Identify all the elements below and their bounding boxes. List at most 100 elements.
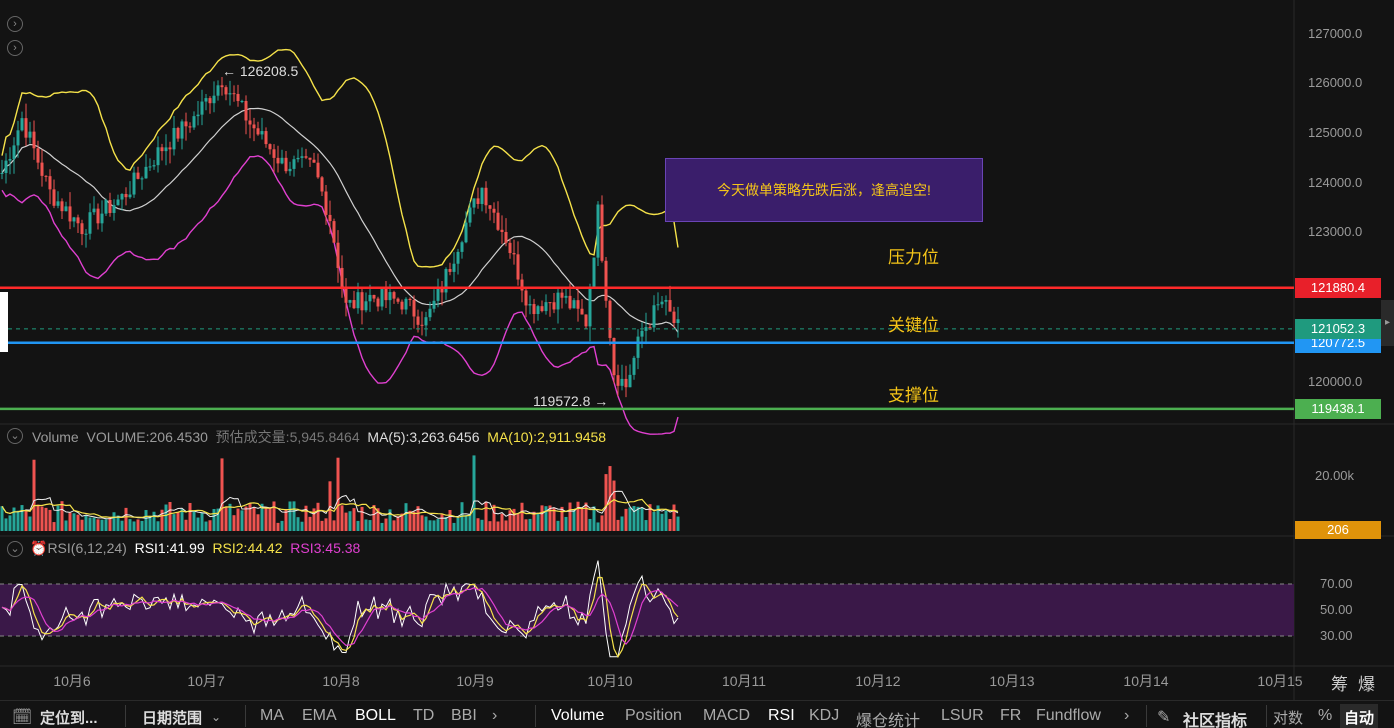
collapse-volume-icon[interactable]: ⌄ (7, 428, 23, 444)
indicator-macd[interactable]: MACD (703, 707, 750, 725)
estimate-value: 5,945.8464 (289, 429, 360, 445)
price-tick-127000: 127000.0 (1308, 26, 1363, 41)
indicator-rsi[interactable]: RSI (768, 707, 795, 725)
rsi-legend: ⏰RSI(6,12,24) RSI1:41.99 RSI2:44.42 RSI3… (30, 540, 360, 557)
collapse-rsi-icon[interactable]: ⌄ (7, 541, 23, 557)
indicator-liquidation[interactable]: 爆仓统计 (856, 707, 920, 728)
date-range-button[interactable]: 日期范围 (142, 707, 202, 728)
volume-bar (212, 508, 216, 531)
strategy-note[interactable]: 今天做单策略先跌后涨，逢高追空! (665, 158, 983, 222)
indicator-volume[interactable]: Volume (551, 707, 604, 725)
indicator-kdj[interactable]: KDJ (809, 707, 839, 725)
indicator-fundflow[interactable]: Fundflow (1036, 707, 1101, 725)
indicator-td[interactable]: TD (413, 707, 434, 725)
candle-body (40, 162, 44, 176)
volume-bar (456, 517, 460, 531)
volume-bar (444, 517, 448, 531)
volume-bar (128, 519, 132, 531)
edit-icon[interactable]: ✎ (1157, 707, 1170, 727)
volume-bar (428, 520, 432, 531)
volume-bar (664, 510, 668, 531)
candle-body (220, 85, 224, 88)
candle-body (180, 121, 184, 139)
volume-bar (468, 514, 472, 531)
candle-body (4, 160, 8, 173)
volume-bar (316, 502, 320, 531)
volume-bar (280, 520, 284, 531)
volume-value: VOLUME:206.4530 (86, 429, 208, 445)
candle-body (476, 198, 480, 204)
candle-body (116, 199, 120, 206)
volume-bar (232, 515, 236, 531)
candle-body (52, 189, 56, 206)
auto-toggle[interactable]: 自动 (1340, 704, 1379, 728)
candle-body (396, 298, 400, 302)
candle-body (420, 324, 424, 326)
chevron-right-icon[interactable]: › (492, 707, 497, 725)
log-toggle[interactable]: 对数 (1273, 707, 1303, 728)
percent-toggle[interactable]: % (1318, 707, 1332, 725)
candle-body (584, 314, 588, 327)
volume-bar (52, 522, 56, 531)
candle-body (328, 214, 332, 222)
indicator-lsur[interactable]: LSUR (941, 707, 984, 725)
candle-body (580, 308, 584, 315)
collapse-price-icon-2[interactable]: › (7, 40, 23, 56)
candle-body (556, 292, 560, 310)
candle-body (456, 251, 460, 264)
candle-body (104, 199, 108, 214)
candle-body (480, 187, 484, 204)
alarm-icon[interactable]: ⏰ (30, 540, 47, 556)
right-drawer-handle[interactable]: ▸ (1381, 300, 1394, 346)
x-tick-5: 10月11 (721, 673, 767, 689)
community-indicator-button[interactable]: 社区指标 (1183, 707, 1247, 728)
locate-button[interactable]: 定位到... (40, 707, 98, 728)
candle-body (300, 156, 304, 158)
calendar-icon[interactable]: 🗓 (12, 707, 32, 727)
price-tick-123000: 123000.0 (1308, 224, 1363, 239)
x-tick-0: 10月6 (53, 673, 91, 689)
volume-bar (168, 502, 172, 531)
chart-canvas[interactable] (0, 0, 1394, 700)
volume-legend: Volume VOLUME:206.4530 预估成交量:5,945.8464 … (32, 427, 606, 447)
indicator-ema[interactable]: EMA (302, 707, 337, 725)
volume-bar (500, 513, 504, 531)
candle-body (20, 118, 24, 131)
volume-bar (180, 509, 184, 531)
volume-bar (496, 521, 500, 531)
candle-body (412, 300, 416, 317)
volume-bar (240, 510, 244, 531)
liquidation-icon[interactable]: 爆 (1358, 670, 1375, 695)
left-drawer-handle[interactable] (0, 292, 8, 352)
candle-body (284, 157, 288, 172)
volume-bar (252, 507, 256, 531)
collapse-price-icon[interactable]: › (7, 16, 23, 32)
chip-icon[interactable]: 筹 (1331, 670, 1348, 695)
candle-body (384, 288, 388, 301)
low-label: 119572.8 (533, 393, 591, 409)
volume-bar (588, 518, 592, 531)
candle-body (340, 267, 344, 287)
indicator-position[interactable]: Position (625, 707, 682, 725)
volume-bar (164, 504, 168, 531)
volume-bar (324, 518, 328, 531)
candle-body (676, 319, 680, 323)
volume-tick: 20.00k (1315, 468, 1355, 483)
volume-bar (332, 520, 336, 531)
indicator-bbi[interactable]: BBI (451, 707, 477, 725)
chevron-right-icon-2[interactable]: › (1124, 707, 1129, 725)
candle-body (12, 145, 16, 159)
candle-body (356, 292, 360, 309)
indicator-ma[interactable]: MA (260, 707, 284, 725)
volume-bar (616, 519, 620, 531)
indicator-fr[interactable]: FR (1000, 707, 1021, 725)
indicator-boll[interactable]: BOLL (355, 707, 396, 725)
candle-body (436, 287, 440, 301)
volume-bar (208, 520, 212, 531)
volume-bar (192, 511, 196, 531)
x-tick-2: 10月8 (322, 673, 360, 689)
candle-body (604, 260, 608, 301)
volume-bar (188, 502, 192, 531)
volume-bar (60, 501, 64, 531)
candle-body (176, 127, 180, 139)
